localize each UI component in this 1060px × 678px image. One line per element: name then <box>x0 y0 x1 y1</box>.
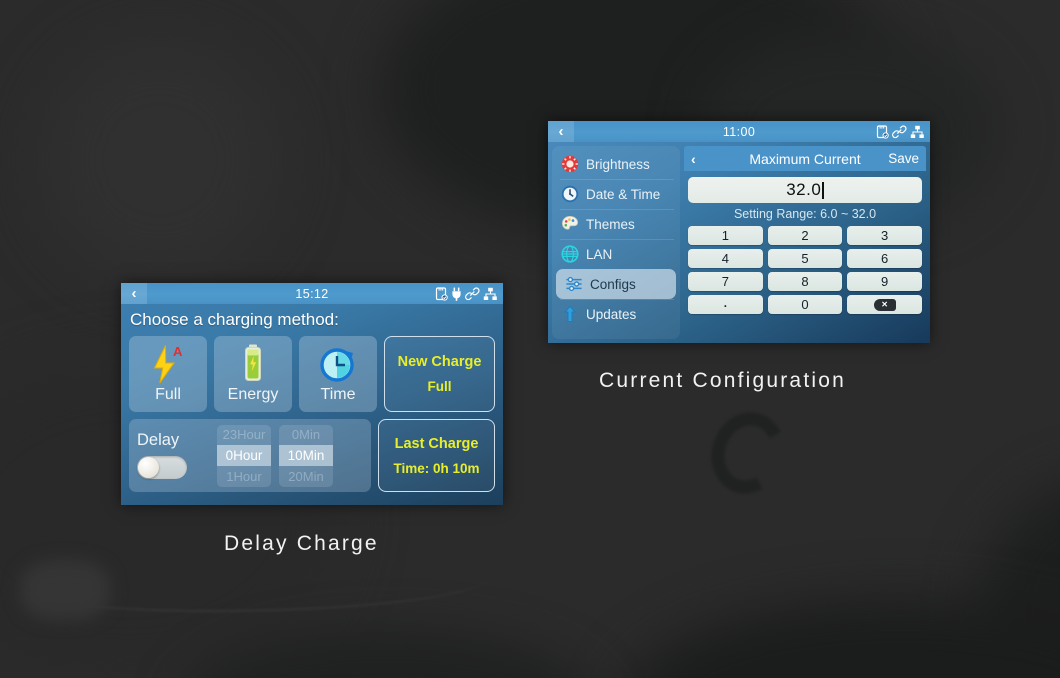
max-current-value: 32.0 <box>786 180 822 199</box>
delay-label: Delay <box>137 431 180 450</box>
caption-delay-charge: Delay Charge <box>224 532 379 555</box>
texture-patch <box>20 560 110 620</box>
detail-pane: ‹ Maximum Current Save 32.0 Setting Rang… <box>684 146 926 339</box>
network-icon <box>910 125 925 139</box>
status-bar-clock: 11:00 <box>722 124 756 139</box>
delay-charge-body: Choose a charging method: A Full Energy … <box>121 304 503 500</box>
numeric-keypad: 1 2 3 4 5 6 7 8 9 . 0 ✕ <box>688 226 922 314</box>
sidebar-item-label: Themes <box>586 216 635 232</box>
link-icon <box>465 286 480 301</box>
new-charge-value: Full <box>427 379 452 394</box>
mode-tiles: A Full Energy Time <box>129 336 377 412</box>
sidebar-item-label: Configs <box>590 276 636 292</box>
key-6[interactable]: 6 <box>847 249 922 268</box>
last-charge-title: Last Charge <box>394 435 479 452</box>
mode-label: Full <box>155 386 181 403</box>
key-backspace[interactable]: ✕ <box>847 295 922 314</box>
crescent-shape <box>701 402 795 504</box>
key-decimal[interactable]: . <box>688 292 763 314</box>
mode-row: A Full Energy Time New Charge Full <box>129 336 495 412</box>
save-button[interactable]: Save <box>888 151 919 166</box>
backspace-icon: ✕ <box>873 298 896 311</box>
charging-method-prompt: Choose a charging method: <box>130 310 339 329</box>
sliders-icon <box>564 275 583 294</box>
key-0[interactable]: 0 <box>767 295 843 314</box>
delay-row: Delay 23Hour 0Hour 1Hour 0Min 10Min 20Mi… <box>129 419 495 492</box>
delay-toggle[interactable] <box>137 455 187 479</box>
setting-range-text: Setting Range: 6.0 ~ 32.0 <box>733 207 877 221</box>
sidebar-item-configs[interactable]: Configs <box>556 269 676 299</box>
toggle-knob <box>138 456 159 478</box>
key-3[interactable]: 3 <box>847 226 922 245</box>
last-charge-card[interactable]: Last Charge Time: 0h 10m <box>378 419 495 492</box>
mode-tile-time[interactable]: Time <box>299 336 377 412</box>
minute-picker[interactable]: 0Min 10Min 20Min <box>279 424 333 487</box>
caption-current-configuration: Current Configuration <box>599 369 846 392</box>
svg-text:A: A <box>173 344 183 359</box>
max-current-input[interactable]: 32.0 <box>688 177 922 203</box>
settings-sidebar: Brightness Date & Time Themes LAN Config… <box>552 146 680 339</box>
mode-tile-full[interactable]: A Full <box>129 336 207 412</box>
settings-body: Brightness Date & Time Themes LAN Config… <box>548 142 930 343</box>
text-caret <box>822 181 824 199</box>
clock-icon <box>560 185 579 204</box>
delay-charge-screen: ‹ 15:12 Choose a charging method: A Full… <box>121 283 503 505</box>
key-4[interactable]: 4 <box>688 249 763 268</box>
key-8[interactable]: 8 <box>767 272 843 291</box>
key-5[interactable]: 5 <box>767 249 843 268</box>
mode-tile-energy[interactable]: Energy <box>214 336 292 412</box>
hour-option-above[interactable]: 23Hour <box>217 425 271 446</box>
current-configuration-screen: ‹ 11:00 Brightness Date & Time Themes LA… <box>548 121 930 343</box>
status-bar: ‹ 11:00 <box>548 121 930 142</box>
new-charge-title: New Charge <box>397 354 482 370</box>
key-7[interactable]: 7 <box>688 272 763 291</box>
key-9[interactable]: 9 <box>847 272 922 291</box>
hour-picker[interactable]: 23Hour 0Hour 1Hour <box>217 424 271 487</box>
status-bar-icons <box>876 121 925 142</box>
plug-icon <box>451 287 462 301</box>
hour-option-below[interactable]: 1Hour <box>217 466 271 487</box>
detail-header: ‹ Maximum Current Save <box>684 146 926 171</box>
minute-option-selected[interactable]: 10Min <box>279 445 333 466</box>
status-bar-icons <box>435 283 498 304</box>
globe-icon <box>560 245 579 264</box>
hour-option-selected[interactable]: 0Hour <box>217 445 271 466</box>
network-icon <box>483 287 498 301</box>
key-1[interactable]: 1 <box>688 226 763 245</box>
new-charge-card[interactable]: New Charge Full <box>384 336 495 412</box>
sidebar-item-label: LAN <box>586 246 613 262</box>
sidebar-item-label: Date & Time <box>586 186 661 202</box>
sdcard-icon <box>435 286 448 301</box>
bolt-amp-icon: A <box>149 342 187 386</box>
palette-icon <box>560 215 579 234</box>
mode-label: Time <box>320 386 356 403</box>
brightness-sun-icon <box>560 155 579 174</box>
delay-toggle-group: Delay <box>137 432 209 479</box>
mode-label: Energy <box>227 386 279 403</box>
sidebar-item-themes[interactable]: Themes <box>552 209 680 239</box>
minute-option-above[interactable]: 0Min <box>279 425 333 446</box>
last-charge-value: Time: 0h 10m <box>393 460 480 476</box>
background-blob <box>620 600 1060 678</box>
key-2[interactable]: 2 <box>767 226 843 245</box>
status-bar: ‹ 15:12 <box>121 283 503 304</box>
sidebar-item-date-time[interactable]: Date & Time <box>552 179 680 209</box>
sidebar-item-label: Updates <box>586 306 637 322</box>
sidebar-item-updates[interactable]: Updates <box>552 299 680 329</box>
delay-panel: Delay 23Hour 0Hour 1Hour 0Min 10Min 20Mi… <box>129 419 371 492</box>
sidebar-item-brightness[interactable]: Brightness <box>552 149 680 179</box>
battery-bolt-icon <box>240 342 266 386</box>
clock-refresh-icon <box>317 342 359 386</box>
sdcard-icon <box>876 124 889 139</box>
minute-option-below[interactable]: 20Min <box>279 466 333 487</box>
background-blob <box>40 40 280 280</box>
upload-arrow-icon <box>560 305 579 324</box>
link-icon <box>892 124 907 139</box>
sidebar-item-lan[interactable]: LAN <box>552 239 680 269</box>
sidebar-item-label: Brightness <box>586 156 650 172</box>
